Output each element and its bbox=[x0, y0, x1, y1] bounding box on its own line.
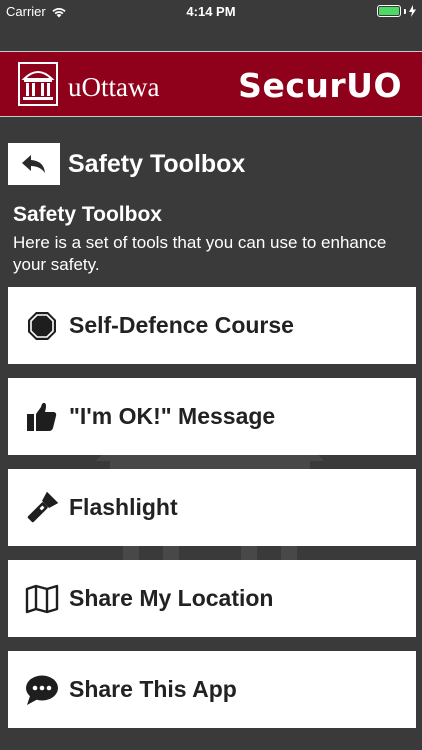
stop-sign-icon bbox=[20, 304, 64, 348]
tool-label: "I'm OK!" Message bbox=[69, 403, 276, 429]
chat-bubble-icon bbox=[20, 668, 64, 712]
tool-label: Self-Defence Course bbox=[69, 312, 294, 338]
battery-icon bbox=[377, 5, 401, 17]
tool-im-ok-message[interactable]: "I'm OK!" Message bbox=[8, 378, 416, 455]
page-header: Safety Toolbox bbox=[8, 143, 245, 185]
tool-share-this-app[interactable]: Share This App bbox=[8, 651, 416, 728]
map-icon bbox=[20, 577, 64, 621]
uottawa-logo-icon bbox=[18, 62, 58, 106]
tool-self-defence-course[interactable]: Self-Defence Course bbox=[8, 287, 416, 364]
tool-share-my-location[interactable]: Share My Location bbox=[8, 560, 416, 637]
tool-label: Share This App bbox=[69, 676, 237, 702]
university-name: uOttawa bbox=[68, 72, 160, 102]
section-heading: Safety Toolbox bbox=[13, 203, 162, 226]
tool-list: Self-Defence Course "I'm OK!" Message Fl… bbox=[8, 287, 416, 742]
app-name: SecurUO bbox=[238, 66, 402, 105]
thumbs-up-icon bbox=[20, 395, 64, 439]
back-arrow-icon bbox=[22, 155, 45, 173]
tool-flashlight[interactable]: Flashlight bbox=[8, 469, 416, 546]
charging-bolt-icon bbox=[409, 5, 416, 17]
status-bar: Carrier 4:14 PM bbox=[0, 0, 422, 24]
tool-label: Share My Location bbox=[69, 585, 274, 611]
brand-banner: uOttawa SecurUO bbox=[0, 51, 422, 117]
flashlight-icon bbox=[20, 486, 64, 530]
tool-label: Flashlight bbox=[69, 494, 178, 520]
clock: 4:14 PM bbox=[186, 4, 236, 19]
section-description: Here is a set of tools that you can use … bbox=[13, 233, 387, 274]
page-title: Safety Toolbox bbox=[68, 149, 246, 178]
battery-indicator bbox=[377, 5, 416, 17]
back-button[interactable] bbox=[8, 143, 60, 185]
